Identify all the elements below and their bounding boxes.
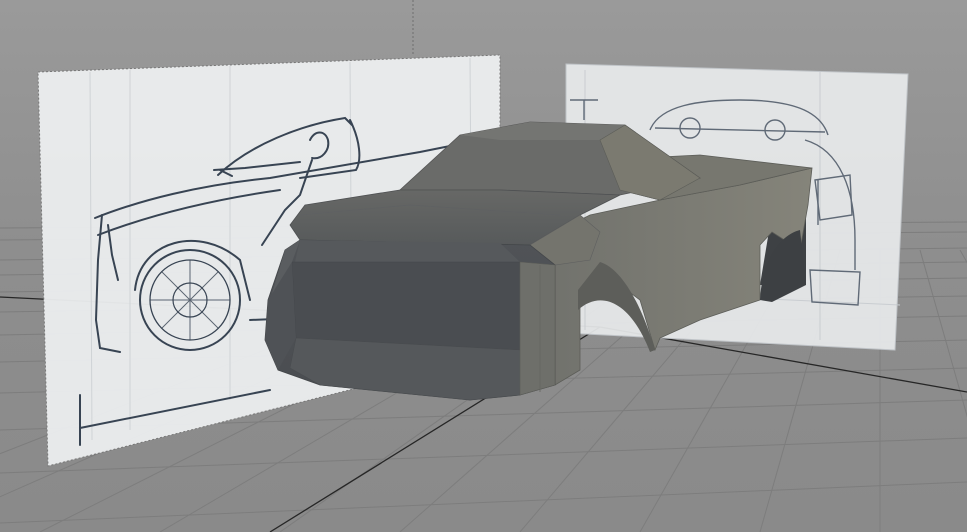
- 3d-viewport[interactable]: [0, 0, 967, 532]
- viewport-canvas[interactable]: [0, 0, 967, 532]
